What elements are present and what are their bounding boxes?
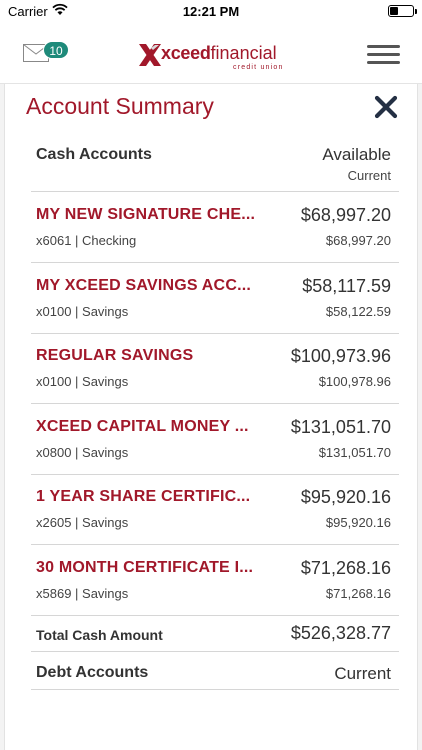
account-row[interactable]: REGULAR SAVINGS x0100 | Savings $100,973… xyxy=(31,333,399,404)
account-row[interactable]: MY NEW SIGNATURE CHE... x6061 | Checking… xyxy=(31,192,399,263)
debt-accounts-label: Debt Accounts xyxy=(36,664,149,681)
account-row[interactable]: 30 MONTH CERTIFICATE I... x5869 | Saving… xyxy=(31,545,399,616)
available-column-label: Available xyxy=(322,145,391,164)
total-cash-value: $526,328.77 xyxy=(290,623,391,643)
account-name: MY XCEED SAVINGS ACC... xyxy=(36,277,252,294)
account-available: $100,978.96 xyxy=(318,374,391,389)
xceed-logo: xceedfinancial credit union xyxy=(137,42,297,74)
debt-accounts-header: Debt Accounts Current xyxy=(31,652,399,690)
account-available: $71,268.16 xyxy=(325,586,391,601)
account-name: 1 YEAR SHARE CERTIFIC... xyxy=(36,488,251,505)
account-balance: $68,997.20 xyxy=(300,205,391,225)
logo-subtitle: credit union xyxy=(233,64,284,71)
account-detail: x0800 | Savings xyxy=(36,445,129,460)
debt-current-column-label: Current xyxy=(334,664,391,683)
cash-accounts-header: Cash Accounts Available Current xyxy=(31,134,399,192)
account-name: XCEED CAPITAL MONEY ... xyxy=(36,418,249,435)
account-detail: x6061 | Checking xyxy=(36,233,137,248)
total-cash-label: Total Cash Amount xyxy=(36,627,163,643)
account-name: MY NEW SIGNATURE CHE... xyxy=(36,206,256,223)
account-row[interactable]: MY XCEED SAVINGS ACC... x0100 | Savings … xyxy=(31,263,399,334)
account-balance: $95,920.16 xyxy=(300,487,391,507)
status-bar: Carrier 12:21 PM xyxy=(0,0,422,22)
app-header: 10 xceedfinancial credit union xyxy=(0,22,422,84)
account-available: $95,920.16 xyxy=(325,515,391,530)
account-available: $131,051.70 xyxy=(318,445,391,460)
clock: 12:21 PM xyxy=(182,4,240,19)
logo-x-icon xyxy=(139,44,161,66)
account-name: REGULAR SAVINGS xyxy=(36,347,194,364)
account-name: 30 MONTH CERTIFICATE I... xyxy=(36,559,254,576)
account-balance: $58,117.59 xyxy=(302,276,391,296)
account-summary-panel: Account Summary Cash Accounts Available … xyxy=(4,84,418,750)
account-detail: x0100 | Savings xyxy=(36,374,129,389)
logo-wordmark-light: financial xyxy=(210,43,277,63)
account-balance: $100,973.96 xyxy=(290,346,391,366)
current-column-label: Current xyxy=(347,168,391,183)
account-available: $68,997.20 xyxy=(325,233,391,248)
account-available: $58,122.59 xyxy=(325,304,391,319)
account-detail: x5869 | Savings xyxy=(36,586,129,601)
page-title: Account Summary xyxy=(26,93,214,119)
account-balance: $71,268.16 xyxy=(300,558,391,578)
message-count-badge[interactable]: 10 xyxy=(43,41,69,59)
hamburger-menu-icon[interactable] xyxy=(367,45,400,65)
account-detail: x0100 | Savings xyxy=(36,304,129,319)
account-balance: $131,051.70 xyxy=(290,417,391,437)
total-cash-row: Total Cash Amount $526,328.77 xyxy=(31,616,399,652)
close-icon[interactable] xyxy=(374,95,398,119)
logo-wordmark-bold: xceed xyxy=(161,43,211,63)
account-detail: x2605 | Savings xyxy=(36,515,129,530)
account-row[interactable]: XCEED CAPITAL MONEY ... x0800 | Savings … xyxy=(31,404,399,475)
battery-icon xyxy=(388,5,417,17)
cash-accounts-label: Cash Accounts xyxy=(36,146,152,163)
account-row[interactable]: 1 YEAR SHARE CERTIFIC... x2605 | Savings… xyxy=(31,474,399,545)
